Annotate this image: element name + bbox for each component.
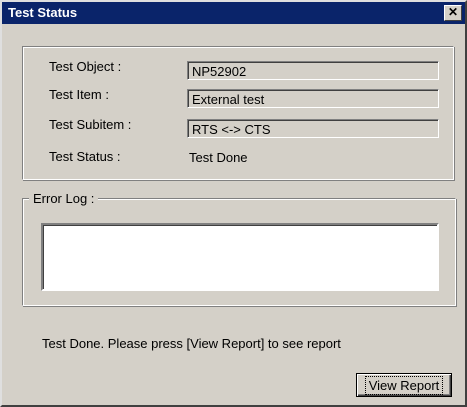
test-object-field: NP52902 (187, 61, 439, 80)
test-subitem-field: RTS <-> CTS (187, 119, 439, 138)
test-object-label: Test Object : (49, 59, 122, 74)
test-item-label: Test Item : (49, 87, 109, 102)
test-status-label: Test Status : (49, 149, 121, 164)
test-item-field: External test (187, 89, 439, 108)
view-report-label: View Report (364, 375, 444, 395)
title-bar[interactable]: Test Status ✕ (2, 2, 465, 24)
status-message: Test Done. Please press [View Report] to… (42, 336, 341, 351)
error-log-label: Error Log : (29, 191, 99, 206)
window-title: Test Status (8, 5, 78, 20)
test-status-dialog: Test Status ✕ Test Object : NP52902 Test… (0, 0, 467, 407)
error-log-group: Error Log : (22, 191, 456, 306)
error-log-textbox[interactable] (41, 223, 439, 291)
test-status-value: Test Done (189, 150, 248, 165)
view-report-button[interactable]: View Report (356, 373, 452, 397)
test-subitem-label: Test Subitem : (49, 117, 132, 132)
test-info-panel: Test Object : NP52902 Test Item : Extern… (22, 46, 454, 180)
close-icon[interactable]: ✕ (444, 5, 462, 21)
